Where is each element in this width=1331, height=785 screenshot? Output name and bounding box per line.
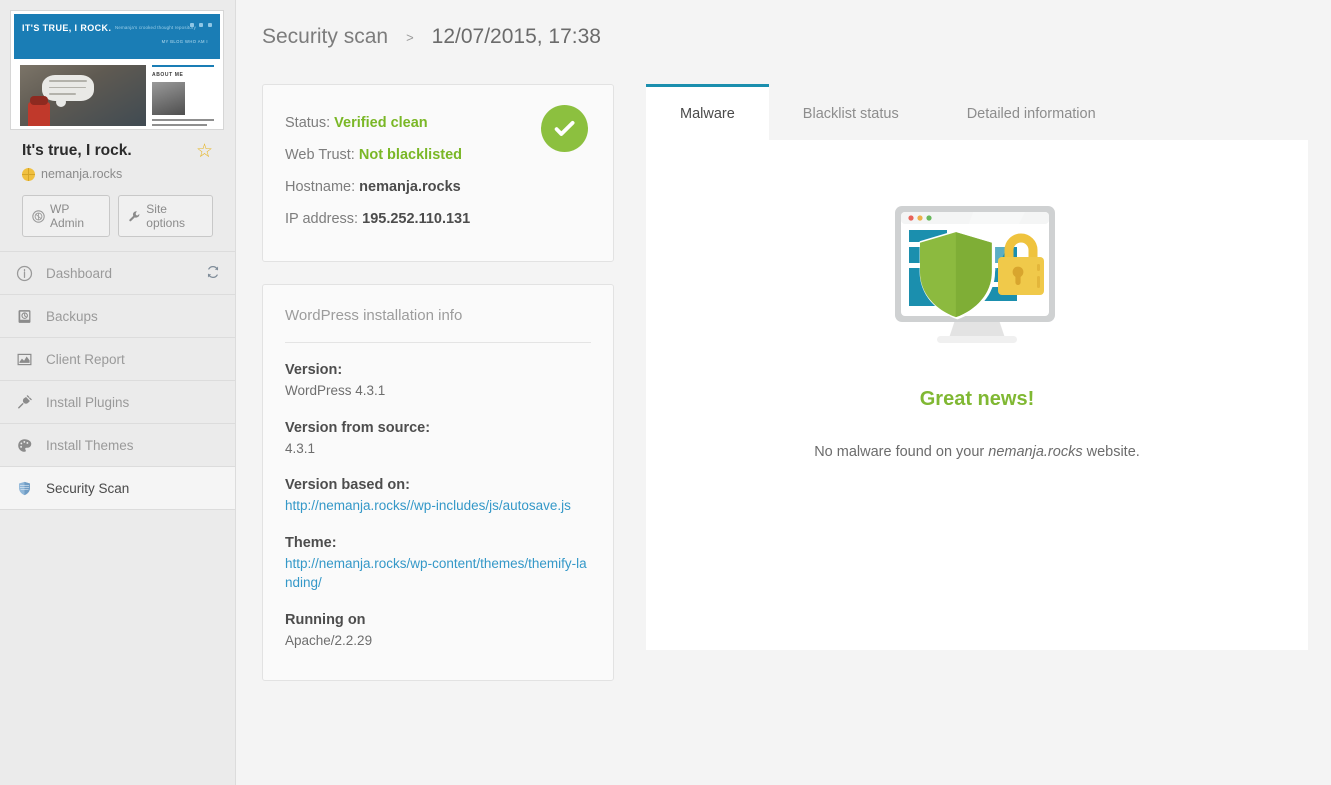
site-title: It's true, I rock.: [22, 142, 132, 159]
thumbnail-avatar: [152, 82, 185, 115]
sidebar-item-client-report[interactable]: Client Report: [0, 338, 235, 381]
sidebar-item-label: Client Report: [46, 352, 125, 367]
malware-message-site: nemanja.rocks: [988, 444, 1082, 460]
malware-tab-panel: Great news! No malware found on your nem…: [646, 140, 1308, 650]
wordpress-info-card: WordPress installation info Version: Wor…: [262, 284, 614, 681]
palette-icon: [14, 437, 34, 454]
app-root: IT'S TRUE, I ROCK. Nemanja's crooked tho…: [0, 0, 1331, 785]
ip-value: 195.252.110.131: [362, 211, 470, 227]
main-content: Security scan > 12/07/2015, 17:38 Status…: [236, 0, 1331, 785]
sidebar-item-label: Install Themes: [46, 438, 134, 453]
breadcrumb-date: 12/07/2015, 17:38: [432, 25, 601, 49]
hostname-label: Hostname:: [285, 179, 355, 195]
site-card: IT'S TRUE, I ROCK. Nemanja's crooked tho…: [0, 0, 235, 251]
wordpress-icon: [32, 210, 45, 223]
wp-info-value: 4.3.1: [285, 439, 591, 459]
breadcrumb: Security scan > 12/07/2015, 17:38: [236, 0, 1331, 58]
thumbnail-logo: IT'S TRUE, I ROCK.: [22, 23, 111, 33]
thumbnail-photo: [20, 65, 146, 126]
site-options-button[interactable]: Site options: [118, 195, 213, 237]
shield-icon: [14, 480, 34, 497]
wp-info-value: Apache/2.2.29: [285, 631, 591, 651]
malware-message-prefix: No malware found on your: [814, 444, 988, 460]
thumbnail-sidebar: ABOUT ME: [152, 65, 214, 126]
site-options-label: Site options: [146, 202, 203, 230]
sidebar-item-label: Backups: [46, 309, 98, 324]
sidebar-item-dashboard[interactable]: Dashboard: [0, 252, 235, 295]
malware-headline: Great news!: [646, 388, 1308, 411]
sidebar-item-install-themes[interactable]: Install Themes: [0, 424, 235, 467]
breadcrumb-separator: >: [406, 30, 414, 45]
wp-info-link[interactable]: http://nemanja.rocks//wp-includes/js/aut…: [285, 496, 591, 516]
thumbnail-about-heading: ABOUT ME: [152, 72, 214, 78]
wrench-icon: [128, 210, 141, 223]
refresh-icon[interactable]: [205, 264, 221, 283]
sidebar-nav: Dashboard Backups Client Report: [0, 251, 235, 510]
sidebar-item-backups[interactable]: Backups: [0, 295, 235, 338]
page-title: Security scan: [262, 25, 388, 49]
check-circle-icon: [541, 105, 588, 152]
star-icon[interactable]: ☆: [196, 142, 213, 161]
site-url[interactable]: nemanja.rocks: [41, 167, 122, 181]
ip-label: IP address:: [285, 211, 358, 227]
thumbnail-header: IT'S TRUE, I ROCK. Nemanja's crooked tho…: [14, 14, 220, 59]
sidebar-item-label: Dashboard: [46, 266, 112, 281]
hostname-row: Hostname: nemanja.rocks: [285, 171, 591, 203]
webtrust-label: Web Trust:: [285, 147, 355, 163]
sidebar-item-security-scan[interactable]: Security Scan: [0, 467, 235, 510]
thumbnail-social-icons: [190, 23, 212, 27]
wp-admin-label: WP Admin: [50, 202, 100, 230]
globe-icon: [22, 168, 35, 181]
wp-info-label: Version:: [285, 362, 591, 378]
status-value: Verified clean: [334, 115, 428, 131]
malware-message: No malware found on your nemanja.rocks w…: [646, 444, 1308, 460]
wp-info-block: Version: WordPress 4.3.1: [285, 362, 591, 401]
sidebar-item-install-plugins[interactable]: Install Plugins: [0, 381, 235, 424]
sidebar: IT'S TRUE, I ROCK. Nemanja's crooked tho…: [0, 0, 236, 785]
wordpress-info-title: WordPress installation info: [285, 307, 591, 343]
wp-info-label: Running on: [285, 612, 591, 628]
wp-info-label: Theme:: [285, 535, 591, 551]
status-label: Status:: [285, 115, 330, 131]
wp-admin-button[interactable]: WP Admin: [22, 195, 110, 237]
thumbnail-nav: MY BLOG WHO AM I: [162, 39, 208, 44]
plug-icon: [14, 394, 34, 411]
sidebar-item-label: Install Plugins: [46, 395, 129, 410]
wp-info-label: Version from source:: [285, 420, 591, 436]
info-circle-icon: [14, 265, 34, 282]
backup-disk-icon: [14, 308, 34, 325]
chart-icon: [14, 351, 34, 368]
wp-info-value: WordPress 4.3.1: [285, 381, 591, 401]
wp-info-block: Running on Apache/2.2.29: [285, 612, 591, 651]
webtrust-value: Not blacklisted: [359, 147, 462, 163]
sidebar-item-label: Security Scan: [46, 481, 129, 496]
left-column: Status: Verified clean Web Trust: Not bl…: [262, 84, 614, 681]
tab-blacklist-status[interactable]: Blacklist status: [769, 84, 933, 140]
site-thumbnail[interactable]: IT'S TRUE, I ROCK. Nemanja's crooked tho…: [10, 10, 224, 130]
wp-info-block: Version based on: http://nemanja.rocks//…: [285, 477, 591, 516]
right-column: Malware Blacklist status Detailed inform…: [646, 84, 1308, 650]
wp-info-block: Version from source: 4.3.1: [285, 420, 591, 459]
tab-malware[interactable]: Malware: [646, 84, 769, 140]
wp-info-block: Theme: http://nemanja.rocks/wp-content/t…: [285, 535, 591, 593]
wp-info-link[interactable]: http://nemanja.rocks/wp-content/themes/t…: [285, 554, 591, 593]
webtrust-row: Web Trust: Not blacklisted: [285, 139, 591, 171]
tab-bar: Malware Blacklist status Detailed inform…: [646, 84, 1308, 140]
malware-message-suffix: website.: [1083, 444, 1140, 460]
monitor-shield-lock-icon: [877, 200, 1077, 356]
hostname-value: nemanja.rocks: [359, 179, 461, 195]
ip-row: IP address: 195.252.110.131: [285, 203, 591, 235]
thumbnail-tagline: Nemanja's crooked thought repository: [115, 25, 196, 30]
status-card: Status: Verified clean Web Trust: Not bl…: [262, 84, 614, 262]
wp-info-label: Version based on:: [285, 477, 591, 493]
tab-detailed-information[interactable]: Detailed information: [933, 84, 1130, 140]
